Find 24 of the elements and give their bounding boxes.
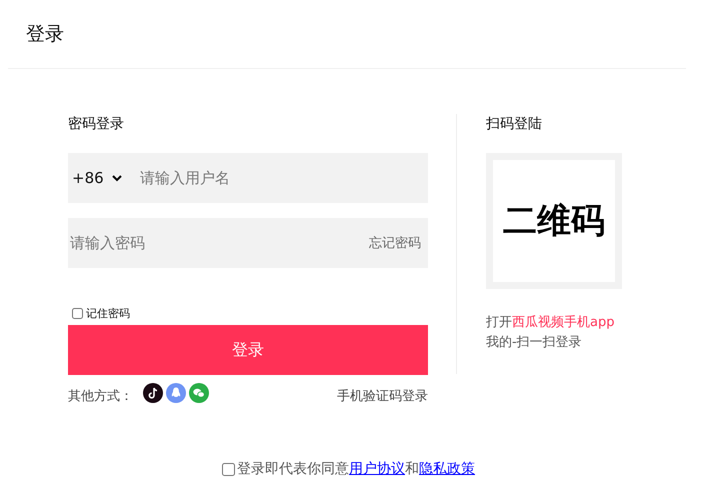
hint-text: 打开 [486, 314, 512, 331]
forgot-password-link[interactable]: 忘记密码 [369, 234, 421, 252]
caret-icon [112, 174, 122, 182]
qr-code-text: 二维码 [503, 200, 605, 243]
agreement-checkbox[interactable] [222, 462, 235, 476]
country-code-select[interactable]: +86 [68, 169, 138, 187]
agreement-text: 和 [405, 460, 419, 478]
privacy-policy-link[interactable]: 隐私政策 [419, 460, 475, 478]
section-title: 扫码登陆 [486, 115, 542, 134]
app-link[interactable]: 西瓜视频手机app [512, 313, 614, 331]
other-methods-label: 其他方式： [68, 388, 133, 405]
agreement-text: 登录即代表你同意 [237, 460, 349, 478]
remember-checkbox[interactable] [72, 308, 83, 319]
chat-bubbles-icon[interactable] [189, 383, 209, 403]
password-field[interactable]: 请输入密码 忘记密码 [68, 218, 428, 268]
user-agreement-link[interactable]: 用户协议 [349, 460, 405, 478]
remember-label: 记住密码 [86, 306, 130, 321]
page-title: 登录 [26, 22, 64, 47]
login-button[interactable]: 登录 [68, 325, 428, 375]
section-title: 密码登录 [68, 115, 124, 134]
username-field[interactable]: +86 请输入用户名 [68, 153, 428, 203]
sms-login-link[interactable]: 手机验证码登录 [337, 381, 428, 405]
music-note-icon[interactable] [143, 383, 163, 403]
hint-text: 我的-扫一扫登录 [486, 334, 582, 351]
